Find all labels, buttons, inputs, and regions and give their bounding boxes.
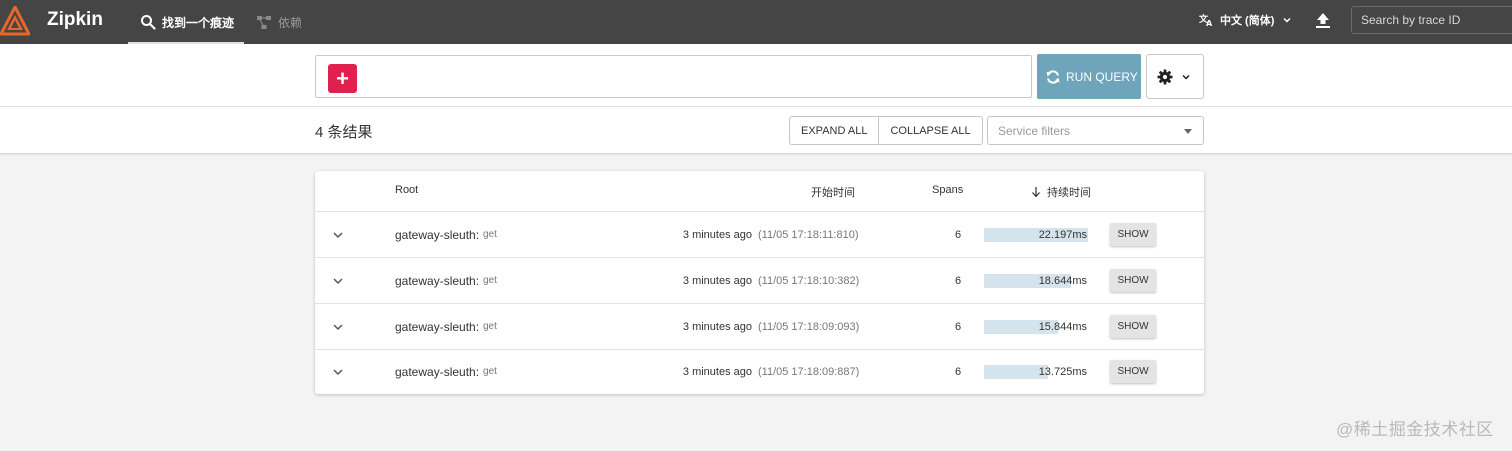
duration-bar: 13.725ms [984,365,1088,379]
table-row[interactable]: gateway-sleuth: get 3 minutes ago (11/05 17… [315,349,1204,395]
show-trace-button[interactable]: SHOW [1110,360,1156,383]
result-count: 4 条结果 [315,124,373,141]
span-count: 6 [955,321,962,333]
start-time-relative: 3 minutes ago [682,275,752,287]
root-operation: get [483,366,497,377]
brand-title[interactable]: Zipkin [47,9,103,31]
run-query-label: RUN QUERY [1066,69,1138,84]
table-row[interactable]: gateway-sleuth: get 3 minutes ago (11/05 17… [315,258,1204,304]
duration-bar: 18.644ms [984,274,1088,288]
top-app-bar: Zipkin 找到一个痕迹 依赖 文 A 中文 (简体) [0,0,1512,44]
column-root[interactable]: Root [395,184,418,196]
root-operation: get [483,321,497,332]
table-row[interactable]: gateway-sleuth: get 3 minutes ago (11/05 17… [315,304,1204,350]
start-time-relative: 3 minutes ago [682,366,752,378]
duration-value: 18.644ms [1038,275,1087,287]
expand-row-icon[interactable] [331,274,345,288]
chevron-down-icon [1283,17,1291,23]
show-trace-button[interactable]: SHOW [1110,269,1156,292]
caret-down-icon [1184,129,1192,134]
start-time-absolute: (11/05 17:18:11:810) [758,229,859,241]
service-filter-select[interactable]: Service filters [987,116,1204,145]
column-duration-label: 持续时间 [1047,187,1091,199]
column-start-time[interactable]: 开始时间 [811,184,855,200]
start-time-relative: 3 minutes ago [682,321,752,333]
expand-row-icon[interactable] [331,365,345,379]
duration-value: 13.725ms [1038,366,1087,378]
expand-all-button[interactable]: EXPAND ALL [790,117,878,144]
duration-bar: 22.197ms [984,228,1088,242]
tab-find-trace[interactable]: 找到一个痕迹 [128,0,244,44]
start-time-relative: 3 minutes ago [682,229,752,241]
span-count: 6 [955,366,962,378]
start-time-absolute: (11/05 17:18:09:887) [758,366,860,378]
translate-icon: 文 A [1199,13,1213,27]
run-query-button[interactable]: RUN QUERY [1037,54,1141,99]
search-icon [141,15,156,30]
column-duration[interactable]: 持续时间 [1031,184,1091,200]
refresh-icon [1046,69,1060,84]
svg-text:A: A [1206,19,1213,27]
root-operation: get [483,229,497,240]
span-count: 6 [955,275,962,287]
expand-collapse-group: EXPAND ALL COLLAPSE ALL [789,116,983,145]
arrow-down-icon [1032,187,1040,198]
expand-row-icon[interactable] [331,228,345,242]
show-trace-button[interactable]: SHOW [1110,315,1156,338]
watermark: @稀土掘金技术社区 [1336,420,1494,439]
table-header: Root 开始时间 Spans 持续时间 [315,171,1204,212]
tab-dependencies-label: 依赖 [278,15,303,30]
expand-row-icon[interactable] [331,320,345,334]
query-bar: + RUN QUERY [0,44,1512,107]
root-operation: get [483,275,497,286]
language-selector[interactable]: 文 A 中文 (简体) [1199,0,1292,40]
root-service: gateway-sleuth: [395,274,480,288]
gear-icon [1157,69,1173,84]
root-service: gateway-sleuth: [395,365,480,379]
root-service: gateway-sleuth: [395,228,480,242]
traces-table: Root 开始时间 Spans 持续时间 gateway-sleuth: get 3… [315,171,1204,394]
duration-bar: 15.844ms [984,320,1088,334]
tab-dependencies[interactable]: 依赖 [254,0,302,44]
duration-value: 15.844ms [1038,321,1087,333]
results-toolbar: 4 条结果 EXPAND ALL COLLAPSE ALL Service fi… [0,107,1512,154]
dependency-graph-icon [257,16,271,29]
trace-id-search-input[interactable] [1351,6,1512,34]
span-count: 6 [955,229,962,241]
service-filter-placeholder: Service filters [998,123,1071,138]
chevron-down-icon [1182,74,1190,80]
start-time-absolute: (11/05 17:18:09:093) [758,321,860,333]
show-trace-button[interactable]: SHOW [1110,223,1156,246]
tab-find-trace-label: 找到一个痕迹 [162,15,235,30]
duration-value: 22.197ms [1038,229,1087,241]
start-time-absolute: (11/05 17:18:10:382) [758,275,860,287]
query-criteria-box[interactable]: + [315,55,1032,98]
root-service: gateway-sleuth: [395,320,480,334]
upload-icon[interactable] [1313,10,1333,30]
table-row[interactable]: gateway-sleuth: get 3 minutes ago (11/05 17… [315,212,1204,258]
language-label: 中文 (简体) [1220,15,1275,27]
collapse-all-button[interactable]: COLLAPSE ALL [878,117,981,144]
zipkin-logo-icon[interactable] [0,6,30,36]
column-spans[interactable]: Spans [932,184,963,196]
add-criteria-button[interactable]: + [328,64,357,93]
settings-menu-button[interactable] [1146,54,1204,99]
